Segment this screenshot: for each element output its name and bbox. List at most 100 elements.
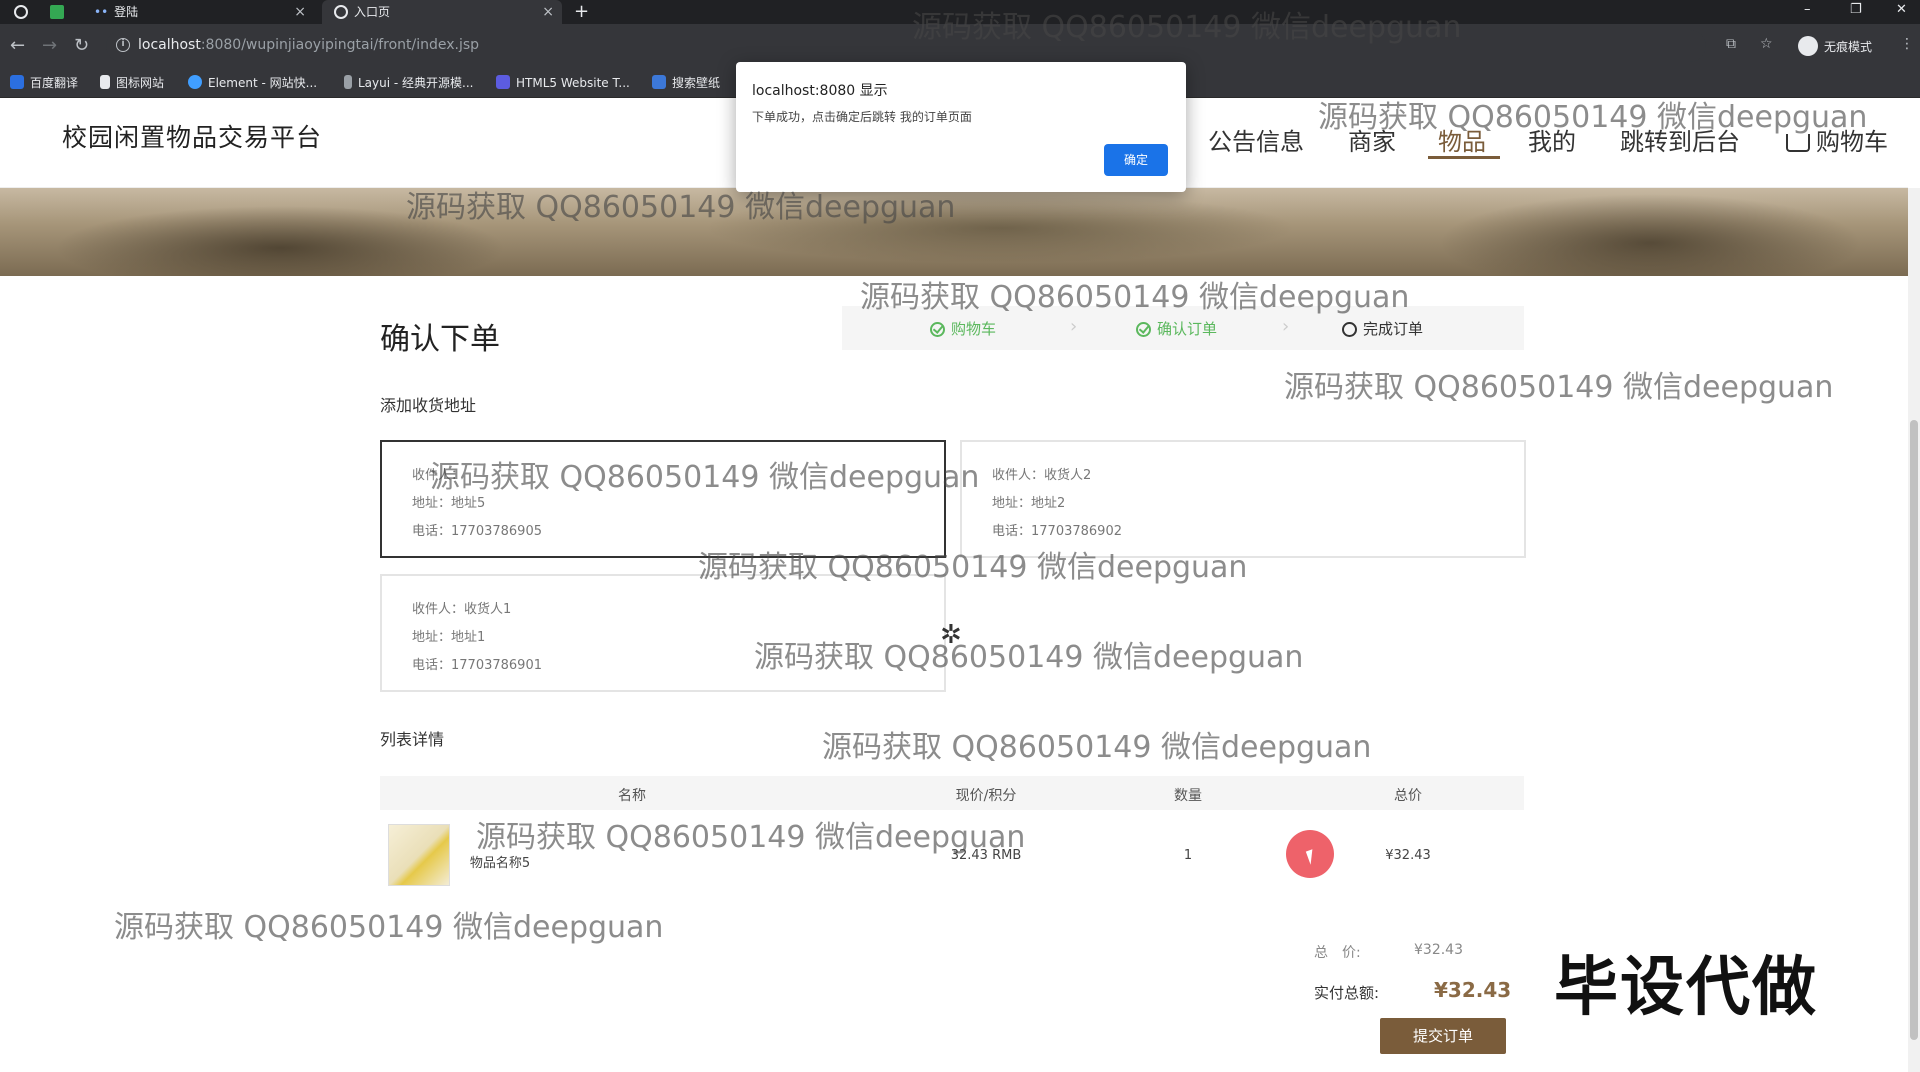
bookmark-item[interactable]: Element - 网站快...: [188, 68, 317, 98]
incognito-icon: [1798, 36, 1818, 56]
dialog-message: 下单成功，点击确定后跳转 我的订单页面: [752, 110, 972, 124]
active-nav-indicator: [1428, 156, 1500, 159]
screen: •• 登陆 × 入口页 × + – ❐ ✕ ← → ↻ i localhost:8…: [0, 0, 1920, 1072]
page-scrollbar[interactable]: [1908, 188, 1920, 1072]
watermark: 源码获取 QQ86050149 微信deepguan: [860, 280, 1410, 315]
bookmark-label: 搜索壁纸: [672, 76, 721, 90]
product-qty: 1: [1183, 848, 1193, 863]
address-card[interactable]: 收件人：收货人2 地址：地址2 电话：17703786902: [960, 440, 1526, 558]
submit-order-button[interactable]: 提交订单: [1380, 1018, 1506, 1054]
pay-total-label: 实付总额:: [1314, 984, 1380, 1002]
step-confirm: 确认订单: [1136, 318, 1217, 339]
watermark: 源码获取 QQ86050149 微信deepguan: [912, 10, 1462, 45]
bookmark-item[interactable]: HTML5 Website T...: [496, 68, 630, 98]
address-phone: 电话：17703786905: [412, 524, 542, 539]
circle-icon: [1342, 322, 1357, 337]
cart-icon: [1786, 134, 1810, 152]
watermark: 源码获取 QQ86050149 微信deepguan: [406, 190, 956, 225]
minimize-icon[interactable]: –: [1804, 0, 1811, 20]
dialog-ok-button[interactable]: 确定: [1104, 144, 1168, 176]
bookmark-item[interactable]: Layui - 经典开源模...: [344, 68, 473, 98]
bookmark-item[interactable]: 百度翻译: [10, 68, 78, 98]
forward-icon[interactable]: →: [42, 34, 57, 58]
watermark: 源码获取 QQ86050149 微信deepguan: [1284, 370, 1834, 405]
page-title: 确认下单: [380, 322, 500, 357]
dialog-title: localhost:8080 显示: [752, 83, 888, 99]
restore-icon[interactable]: ❐: [1850, 0, 1862, 20]
chevron-right-icon: ›: [1282, 316, 1290, 337]
address-line: 地址：地址2: [992, 496, 1066, 511]
close-icon[interactable]: ×: [294, 0, 306, 24]
element-icon: [188, 75, 202, 89]
table-header: 名称 现价/积分 数量 总价: [380, 776, 1524, 810]
incognito-indicator[interactable]: 无痕模式: [1798, 36, 1872, 56]
bookmark-item[interactable]: 图标网站: [100, 68, 164, 98]
back-icon[interactable]: ←: [10, 34, 25, 58]
bookmark-label: 图标网站: [116, 76, 165, 90]
watermark: 源码获取 QQ86050149 微信deepguan: [754, 640, 1304, 675]
watermark: 源码获取 QQ86050149 微信deepguan: [114, 910, 664, 945]
address-receiver: 收件人：收货人2: [992, 468, 1092, 483]
address-phone: 电话：17703786901: [412, 658, 542, 673]
close-window-icon[interactable]: ✕: [1896, 0, 1907, 20]
address-line: 地址：地址1: [412, 630, 486, 645]
html5-icon: [496, 75, 510, 89]
star-icon[interactable]: ☆: [1760, 36, 1773, 52]
alert-dialog: localhost:8080 显示 下单成功，点击确定后跳转 我的订单页面 确定: [736, 62, 1186, 192]
tab-login[interactable]: •• 登陆 ×: [86, 0, 314, 24]
check-circle-icon: [1136, 322, 1151, 337]
total-value: ¥32.43: [1414, 942, 1463, 958]
address-section-label: 添加收货地址: [380, 396, 477, 415]
step-complete: 完成订单: [1342, 318, 1423, 339]
watermark: 源码获取 QQ86050149 微信deepguan: [476, 820, 1026, 855]
globe-icon: [334, 5, 348, 19]
watermark: 源码获取 QQ86050149 微信deepguan: [822, 730, 1372, 765]
info-icon[interactable]: i: [116, 38, 130, 52]
close-icon[interactable]: ×: [542, 0, 554, 24]
product-total: ¥32.43: [1385, 848, 1431, 863]
promo-stamp: 毕设代做: [1554, 951, 1818, 1025]
reload-icon[interactable]: ↻: [74, 34, 89, 58]
product-thumbnail[interactable]: [388, 824, 450, 886]
column-header-price: 现价/积分: [955, 788, 1017, 804]
browser-menu-icon[interactable]: [14, 0, 34, 24]
step-cart: 购物车: [930, 318, 996, 339]
column-header-name: 名称: [618, 788, 646, 804]
scrollbar-thumb[interactable]: [1910, 420, 1918, 1040]
tab-entry[interactable]: 入口页 ×: [322, 0, 562, 24]
bookmark-icon: [10, 75, 24, 89]
kebab-menu-icon[interactable]: ⋮: [1900, 36, 1914, 52]
url-field[interactable]: i localhost:8080/wupinjiaoyipingtai/fron…: [106, 30, 1706, 62]
step-label: 确认订单: [1157, 320, 1218, 338]
watermark: 源码获取 QQ86050149 微信deepguan: [430, 460, 980, 495]
step-label: 购物车: [951, 320, 997, 338]
url-path: :8080/wupinjiaoyipingtai/front/index.jsp: [200, 37, 480, 53]
watermark: 源码获取 QQ86050149 微信deepguan: [1318, 100, 1868, 135]
pinned-tab[interactable]: [50, 0, 70, 24]
pay-total-value: ¥32.43: [1434, 978, 1512, 1002]
translate-icon[interactable]: ⧉: [1726, 36, 1736, 52]
bookmark-label: Element - 网站快...: [208, 76, 318, 90]
tab-label: 入口页: [354, 5, 391, 19]
flag-icon: [100, 75, 110, 89]
address-phone: 电话：17703786902: [992, 524, 1122, 539]
column-header-total: 总价: [1394, 788, 1422, 804]
wallpaper-icon: [652, 75, 666, 89]
bookmark-label: HTML5 Website T...: [516, 76, 630, 90]
new-tab-button[interactable]: +: [574, 0, 589, 24]
total-label: 总 价:: [1314, 945, 1361, 961]
incognito-label: 无痕模式: [1824, 40, 1873, 54]
step-label: 完成订单: [1363, 320, 1424, 338]
address-receiver: 收件人：收货人1: [412, 602, 512, 617]
nav-notice[interactable]: 公告信息: [1208, 122, 1304, 157]
bookmark-item[interactable]: 搜索壁纸: [652, 68, 720, 98]
watermark: 源码获取 QQ86050149 微信deepguan: [698, 550, 1248, 585]
site-logo[interactable]: 校园闲置物品交易平台: [62, 118, 322, 154]
tab-label: 登陆: [114, 5, 139, 19]
column-header-qty: 数量: [1174, 788, 1202, 804]
list-section-label: 列表详情: [380, 730, 445, 749]
bookmark-label: Layui - 经典开源模...: [358, 76, 474, 90]
layui-icon: [344, 75, 352, 89]
bookmark-label: 百度翻译: [30, 76, 79, 90]
chevron-right-icon: ›: [1070, 316, 1078, 337]
